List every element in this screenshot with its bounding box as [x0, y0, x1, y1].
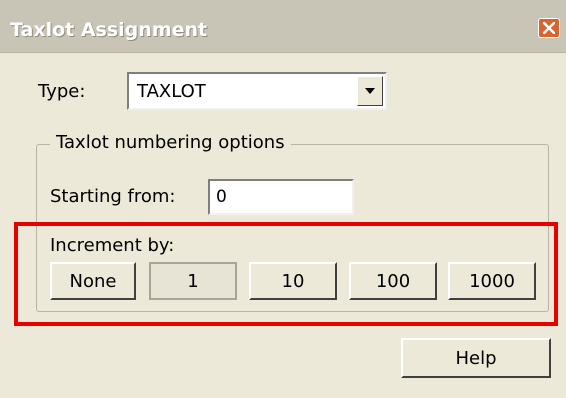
dialog-window: Taxlot Assignment Type: TAXLOT Taxlot nu… — [0, 0, 566, 398]
starting-from-input[interactable] — [208, 179, 354, 215]
type-dropdown-button[interactable] — [357, 76, 383, 106]
highlight-box — [14, 222, 558, 326]
close-icon — [543, 22, 555, 34]
type-label: Type: — [38, 81, 86, 102]
type-select-value: TAXLOT — [137, 81, 206, 102]
starting-from-label: Starting from: — [50, 186, 176, 207]
help-button[interactable]: Help — [401, 338, 551, 378]
window-title: Taxlot Assignment — [10, 19, 208, 41]
title-bar[interactable]: Taxlot Assignment — [0, 0, 566, 53]
numbering-options-legend: Taxlot numbering options — [50, 132, 291, 153]
type-select[interactable]: TAXLOT — [127, 72, 387, 110]
chevron-down-icon — [365, 88, 375, 94]
close-button[interactable] — [538, 18, 560, 38]
